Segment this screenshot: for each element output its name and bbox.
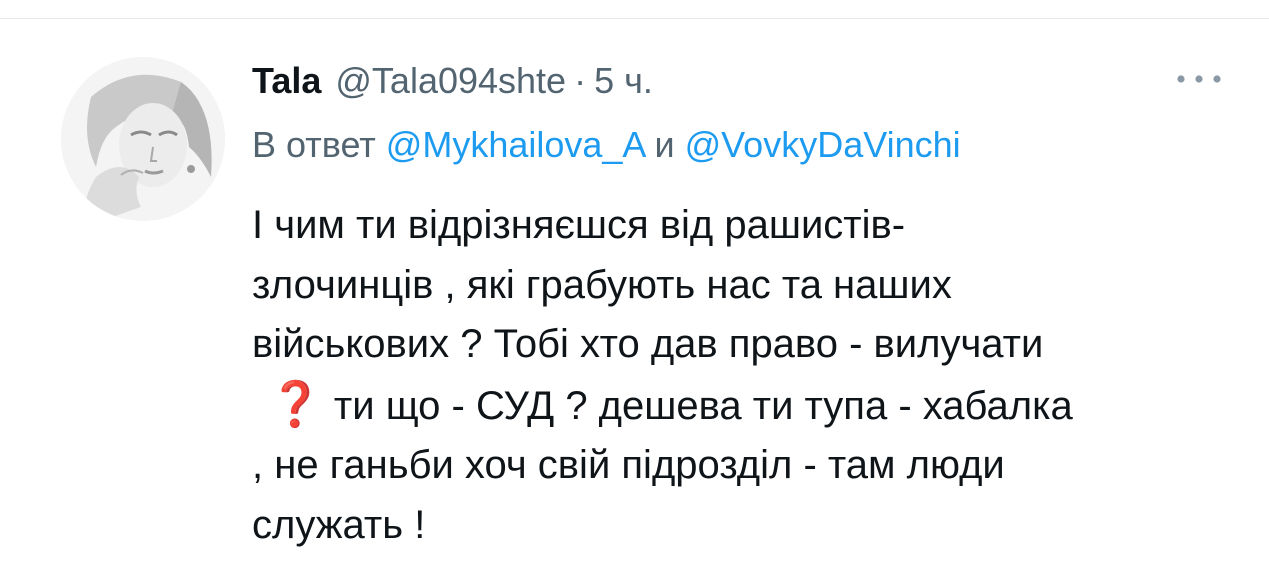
avatar[interactable] (61, 57, 225, 221)
tweet-timestamp[interactable]: 5 ч. (594, 60, 653, 102)
more-dots-icon (1177, 75, 1221, 83)
more-options-button[interactable] (1172, 64, 1226, 94)
reply-mention-mykhailova[interactable]: @Mykhailova_A (386, 124, 645, 165)
tweet-header: Tala @Tala094shte · 5 ч. (252, 58, 653, 104)
red-question-mark-icon: ❓ (268, 379, 323, 429)
tweet-text-part-2: ти що - СУД ? дешева ти тупа - хабалка ,… (252, 383, 1073, 547)
author-handle[interactable]: @Tala094shte (335, 60, 566, 102)
header-separator: · (574, 60, 587, 101)
reply-conjunction: и (654, 124, 675, 165)
reply-prefix: В ответ (252, 124, 376, 165)
reply-mention-vovkydavinchi[interactable]: @VovkyDaVinchi (685, 124, 961, 165)
reply-context: В ответ @Mykhailova_A и @VovkyDaVinchi (252, 124, 961, 166)
avatar-image (61, 57, 225, 221)
tweet-text-part-1: І чим ти відрізняєшся від рашистів- злоч… (252, 203, 1044, 366)
author-name[interactable]: Tala (252, 60, 321, 102)
tweet-text: І чим ти відрізняєшся від рашистів- злоч… (252, 196, 1242, 555)
tweet[interactable]: Tala @Tala094shte · 5 ч. В ответ @Mykhai… (0, 0, 1269, 573)
